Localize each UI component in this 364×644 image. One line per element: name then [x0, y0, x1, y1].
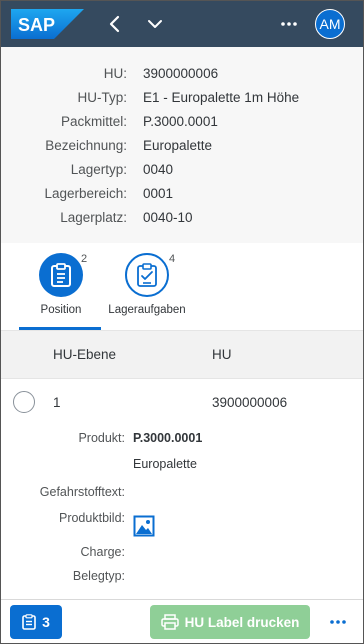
- tab-lageraufgaben-circle[interactable]: [125, 253, 169, 297]
- header-row-packmittel: Packmittel: P.3000.0001: [1, 109, 363, 133]
- row-details: Produkt: P.3000.0001 Europalette Gefahrs…: [1, 427, 363, 593]
- tab-lageraufgaben-count: 4: [169, 253, 176, 265]
- header-row-lagerplatz: Lagerplatz: 0040-10: [1, 205, 363, 229]
- row-radio-button[interactable]: [13, 391, 35, 413]
- produkt-label: Produkt:: [78, 431, 125, 445]
- cell-hu-ebene: 1: [53, 395, 61, 410]
- gefahrstofftext-label: Gefahrstofftext:: [39, 485, 125, 499]
- clipboard-check-icon: [137, 263, 157, 287]
- column-header-hu: HU: [212, 347, 232, 362]
- shell-bar: SAP AM: [1, 1, 363, 47]
- cell-hu: 3900000006: [212, 395, 288, 410]
- produktbild-label: Produktbild:: [58, 511, 125, 525]
- app-frame: SAP AM HU: 3900000006 HU-Typ: E1 - Europ…: [0, 0, 364, 644]
- charge-label: Charge:: [80, 545, 125, 559]
- clipboard-list-icon: [51, 263, 71, 287]
- tab-position-circle[interactable]: [39, 253, 83, 297]
- print-button-label: HU Label drucken: [184, 614, 300, 630]
- header-row-lagerbereich: Lagerbereich: 0001: [1, 181, 363, 205]
- tab-selection-indicator: [19, 327, 101, 330]
- header-row-bezeichnung: Bezeichnung: Europalette: [1, 133, 363, 157]
- lagertyp-label: Lagertyp:: [70, 161, 127, 177]
- header-row-lagertyp: Lagertyp: 0040: [1, 157, 363, 181]
- tab-lageraufgaben-label: Lageraufgaben: [108, 304, 186, 316]
- hu-typ-label: HU-Typ:: [77, 89, 127, 105]
- hu-typ-value: E1 - Europalette 1m Höhe: [143, 89, 300, 105]
- tab-position[interactable]: 2 Position: [19, 253, 103, 316]
- tab-lageraufgaben[interactable]: 4 Lageraufgaben: [105, 253, 189, 316]
- bezeichnung-value: Europalette: [143, 137, 213, 153]
- printer-icon: [160, 614, 179, 630]
- clipboard-icon: [22, 614, 36, 630]
- header-row-hu: HU: 3900000006: [1, 61, 363, 85]
- lagertyp-value: 0040: [143, 161, 174, 177]
- produkt-value: P.3000.0001: [133, 431, 203, 445]
- chevron-down-icon[interactable]: [145, 13, 165, 35]
- lagerplatz-label: Lagerplatz:: [60, 209, 127, 225]
- image-icon[interactable]: [133, 515, 155, 537]
- tab-position-count: 2: [81, 253, 88, 265]
- print-hu-label-button[interactable]: HU Label drucken: [150, 605, 310, 639]
- footer-overflow-icon[interactable]: [327, 613, 349, 631]
- bezeichnung-label: Bezeichnung:: [45, 137, 127, 153]
- footer-toolbar: 3 HU Label drucken: [1, 599, 363, 643]
- back-icon[interactable]: [105, 13, 125, 35]
- count-button[interactable]: 3: [10, 605, 62, 639]
- packmittel-label: Packmittel:: [60, 113, 127, 129]
- sap-logo: SAP: [11, 9, 84, 39]
- tab-position-label: Position: [40, 304, 82, 316]
- count-button-label: 3: [42, 614, 50, 630]
- produkt-description: Europalette: [133, 457, 197, 471]
- header-row-hu-typ: HU-Typ: E1 - Europalette 1m Höhe: [1, 85, 363, 109]
- icon-tab-bar: 2 Position 4 Lageraufgaben: [1, 243, 363, 331]
- lagerplatz-value: 0040-10: [143, 209, 193, 225]
- overflow-icon[interactable]: [279, 15, 299, 33]
- object-header: HU: 3900000006 HU-Typ: E1 - Europalette …: [1, 47, 363, 243]
- lagerbereich-label: Lagerbereich:: [44, 185, 127, 201]
- hu-value: 3900000006: [143, 65, 219, 81]
- lagerbereich-value: 0001: [143, 185, 174, 201]
- hu-label: HU:: [103, 65, 127, 81]
- table-header: HU-Ebene HU: [1, 331, 363, 379]
- sap-logo-text: SAP: [18, 15, 55, 35]
- table-row[interactable]: 1 3900000006: [1, 379, 363, 427]
- packmittel-value: P.3000.0001: [143, 113, 218, 129]
- belegtyp-label: Belegtyp:: [72, 569, 125, 583]
- column-header-hu-ebene: HU-Ebene: [53, 347, 117, 362]
- user-avatar[interactable]: AM: [315, 9, 345, 39]
